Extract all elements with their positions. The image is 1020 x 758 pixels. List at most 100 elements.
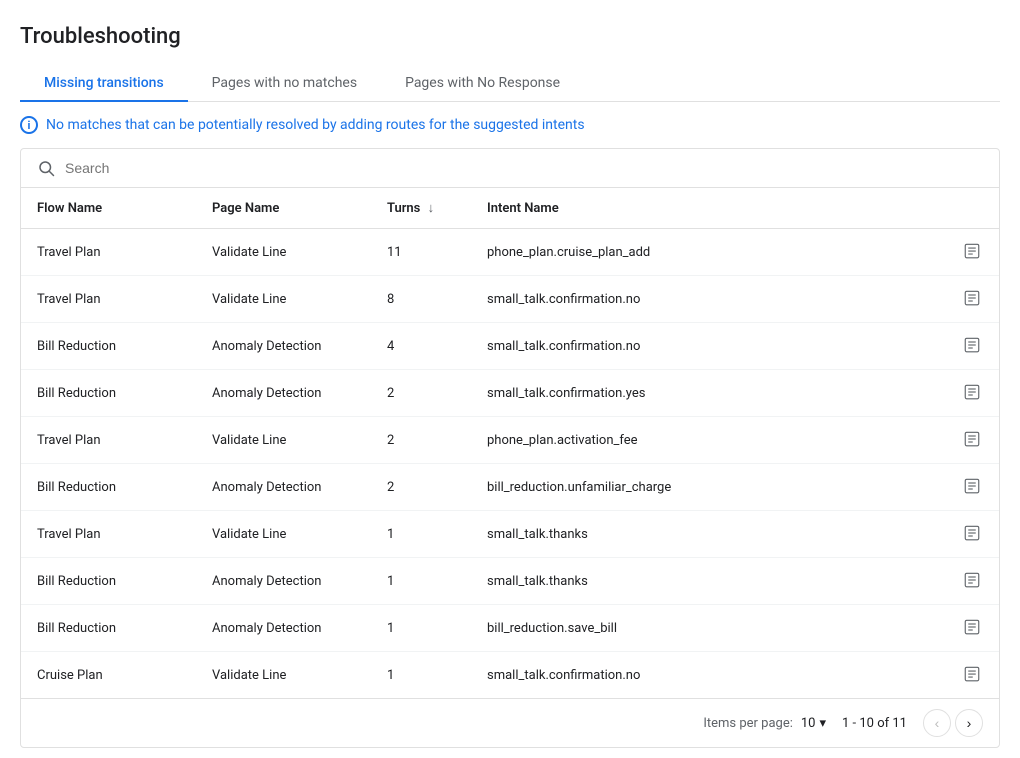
cell-flow-name: Travel Plan: [21, 511, 196, 558]
table-header-row: Flow Name Page Name Turns ↓ Intent Name: [21, 188, 999, 229]
cell-flow-name: Bill Reduction: [21, 605, 196, 652]
cell-intent-name: bill_reduction.unfamiliar_charge: [471, 464, 945, 511]
cell-action: [945, 417, 999, 464]
cell-turns: 1: [371, 511, 471, 558]
next-page-button[interactable]: ›: [955, 709, 983, 737]
col-header-action: [945, 188, 999, 229]
col-header-flow-name: Flow Name: [21, 188, 196, 229]
table-row: Bill Reduction Anomaly Detection 1 bill_…: [21, 605, 999, 652]
cell-action: [945, 229, 999, 276]
table-row: Travel Plan Validate Line 2 phone_plan.a…: [21, 417, 999, 464]
cell-action: [945, 652, 999, 699]
cell-page-name: Anomaly Detection: [196, 370, 371, 417]
info-text: No matches that can be potentially resol…: [46, 117, 585, 133]
info-banner: i No matches that can be potentially res…: [20, 102, 1000, 148]
items-per-page-label: Items per page:: [703, 716, 793, 731]
row-details-icon[interactable]: [961, 287, 983, 309]
table-row: Travel Plan Validate Line 1 small_talk.t…: [21, 511, 999, 558]
items-per-page-control: Items per page: 10 ▾: [703, 716, 826, 731]
cell-flow-name: Bill Reduction: [21, 558, 196, 605]
row-details-icon[interactable]: [961, 381, 983, 403]
cell-action: [945, 276, 999, 323]
table-row: Bill Reduction Anomaly Detection 4 small…: [21, 323, 999, 370]
cell-flow-name: Travel Plan: [21, 276, 196, 323]
table-body: Travel Plan Validate Line 11 phone_plan.…: [21, 229, 999, 699]
data-table: Flow Name Page Name Turns ↓ Intent Name: [21, 188, 999, 698]
cell-turns: 2: [371, 370, 471, 417]
cell-action: [945, 370, 999, 417]
tabs-bar: Missing transitions Pages with no matche…: [20, 65, 1000, 102]
search-input[interactable]: [65, 160, 983, 176]
row-details-icon[interactable]: [961, 616, 983, 638]
cell-page-name: Validate Line: [196, 511, 371, 558]
col-header-turns[interactable]: Turns ↓: [371, 188, 471, 229]
cell-intent-name: small_talk.thanks: [471, 511, 945, 558]
pagination-row: Items per page: 10 ▾ 1 - 10 of 11 ‹ ›: [21, 698, 999, 747]
cell-flow-name: Bill Reduction: [21, 464, 196, 511]
row-details-icon[interactable]: [961, 569, 983, 591]
cell-page-name: Anomaly Detection: [196, 605, 371, 652]
cell-turns: 11: [371, 229, 471, 276]
cell-flow-name: Travel Plan: [21, 417, 196, 464]
cell-turns: 1: [371, 558, 471, 605]
tab-pages-no-response[interactable]: Pages with No Response: [381, 65, 584, 101]
search-row: [21, 149, 999, 188]
cell-intent-name: phone_plan.cruise_plan_add: [471, 229, 945, 276]
per-page-select[interactable]: 10 ▾: [801, 716, 826, 731]
cell-intent-name: small_talk.confirmation.no: [471, 652, 945, 699]
cell-action: [945, 323, 999, 370]
row-details-icon[interactable]: [961, 663, 983, 685]
row-details-icon[interactable]: [961, 428, 983, 450]
row-details-icon[interactable]: [961, 522, 983, 544]
pagination-range: 1 - 10 of 11: [842, 716, 907, 731]
tab-missing-transitions[interactable]: Missing transitions: [20, 65, 188, 101]
table-row: Bill Reduction Anomaly Detection 2 small…: [21, 370, 999, 417]
cell-page-name: Anomaly Detection: [196, 464, 371, 511]
table-row: Travel Plan Validate Line 8 small_talk.c…: [21, 276, 999, 323]
col-header-page-name: Page Name: [196, 188, 371, 229]
page-title: Troubleshooting: [20, 24, 1000, 49]
cell-intent-name: small_talk.confirmation.yes: [471, 370, 945, 417]
cell-turns: 2: [371, 417, 471, 464]
cell-intent-name: phone_plan.activation_fee: [471, 417, 945, 464]
cell-page-name: Validate Line: [196, 229, 371, 276]
info-icon: i: [20, 116, 38, 134]
cell-action: [945, 605, 999, 652]
table-row: Travel Plan Validate Line 11 phone_plan.…: [21, 229, 999, 276]
cell-intent-name: bill_reduction.save_bill: [471, 605, 945, 652]
cell-page-name: Validate Line: [196, 417, 371, 464]
row-details-icon[interactable]: [961, 475, 983, 497]
cell-turns: 8: [371, 276, 471, 323]
col-header-intent-name: Intent Name: [471, 188, 945, 229]
sort-arrow-icon: ↓: [428, 200, 435, 216]
pagination-nav: ‹ ›: [923, 709, 983, 737]
cell-turns: 2: [371, 464, 471, 511]
cell-action: [945, 558, 999, 605]
row-details-icon[interactable]: [961, 240, 983, 262]
prev-page-button[interactable]: ‹: [923, 709, 951, 737]
table-row: Bill Reduction Anomaly Detection 1 small…: [21, 558, 999, 605]
cell-action: [945, 464, 999, 511]
cell-intent-name: small_talk.confirmation.no: [471, 276, 945, 323]
cell-turns: 1: [371, 605, 471, 652]
cell-flow-name: Cruise Plan: [21, 652, 196, 699]
search-icon: [37, 159, 55, 177]
cell-flow-name: Bill Reduction: [21, 370, 196, 417]
per-page-dropdown-icon: ▾: [820, 716, 827, 731]
tab-pages-no-matches[interactable]: Pages with no matches: [188, 65, 381, 101]
data-table-container: Flow Name Page Name Turns ↓ Intent Name: [20, 148, 1000, 748]
cell-page-name: Anomaly Detection: [196, 323, 371, 370]
cell-action: [945, 511, 999, 558]
cell-page-name: Validate Line: [196, 652, 371, 699]
row-details-icon[interactable]: [961, 334, 983, 356]
cell-intent-name: small_talk.confirmation.no: [471, 323, 945, 370]
cell-turns: 4: [371, 323, 471, 370]
cell-flow-name: Travel Plan: [21, 229, 196, 276]
cell-flow-name: Bill Reduction: [21, 323, 196, 370]
cell-turns: 1: [371, 652, 471, 699]
per-page-value: 10: [801, 716, 816, 731]
cell-page-name: Validate Line: [196, 276, 371, 323]
table-row: Bill Reduction Anomaly Detection 2 bill_…: [21, 464, 999, 511]
page-container: Troubleshooting Missing transitions Page…: [0, 0, 1020, 758]
table-row: Cruise Plan Validate Line 1 small_talk.c…: [21, 652, 999, 699]
